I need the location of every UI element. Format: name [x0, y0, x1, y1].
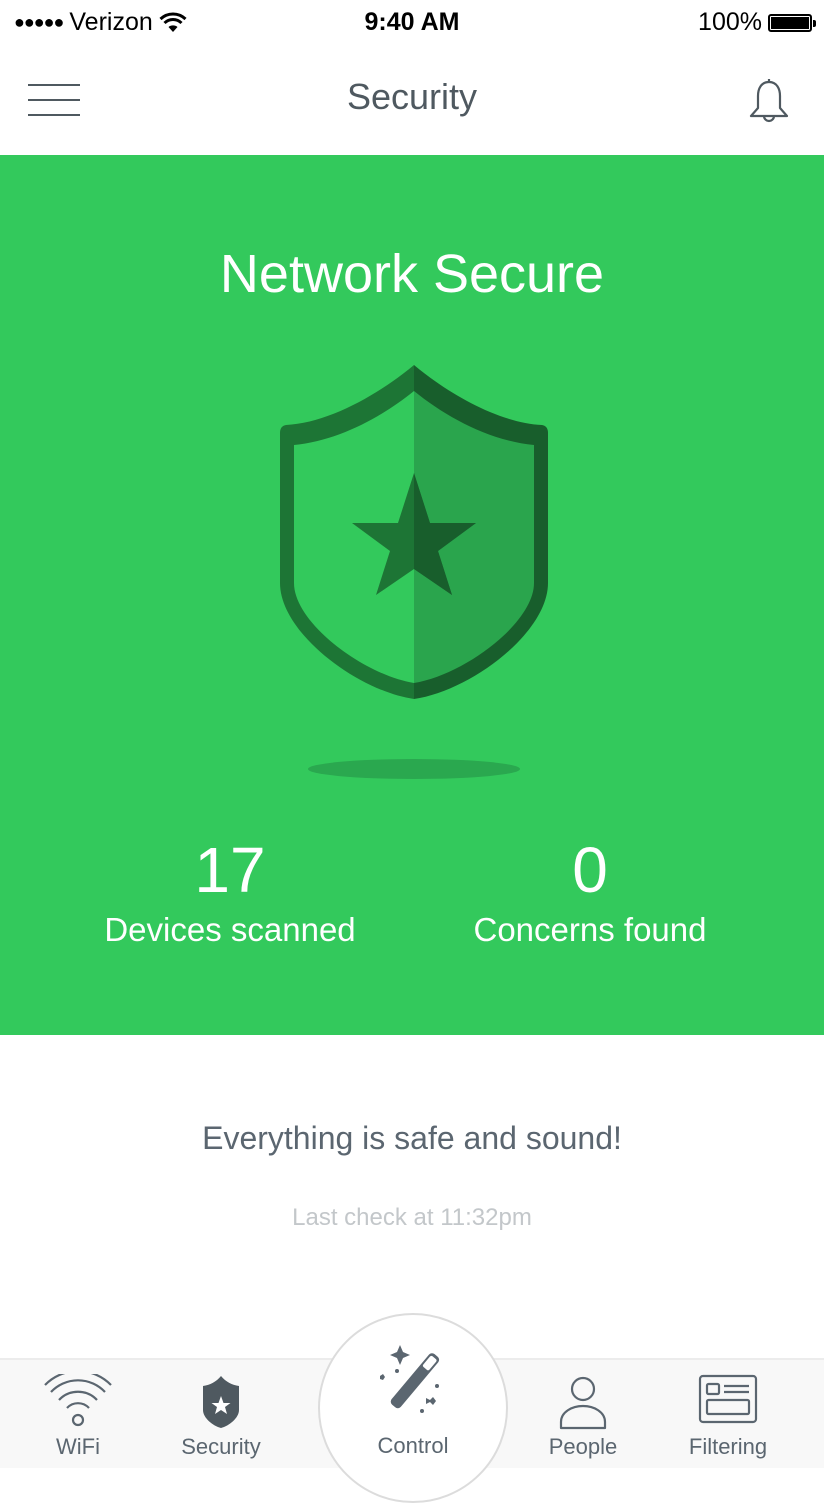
- tab-security[interactable]: Security: [151, 1360, 291, 1468]
- shield-shadow: [308, 759, 520, 779]
- tab-control[interactable]: Control: [318, 1313, 508, 1503]
- devices-scanned-stat: 17 Devices scanned: [24, 835, 436, 949]
- shield-star-icon: [280, 365, 548, 699]
- concerns-found-count: 0: [572, 834, 608, 906]
- devices-scanned-count: 17: [194, 834, 266, 906]
- battery-percent: 100%: [698, 8, 762, 36]
- tab-label: WiFi: [56, 1434, 100, 1459]
- security-status-panel: Network Secure 17 Devices scanned 0 Conc…: [0, 155, 824, 1035]
- tab-label: Security: [181, 1434, 261, 1459]
- tab-filtering[interactable]: Filtering: [658, 1360, 798, 1468]
- battery-status: 100%: [698, 8, 816, 37]
- status-message: Everything is safe and sound!: [202, 1120, 622, 1156]
- tab-wifi[interactable]: WiFi: [8, 1360, 148, 1468]
- devices-scanned-label: Devices scanned: [104, 911, 356, 948]
- tab-people[interactable]: People: [513, 1360, 653, 1468]
- bell-icon[interactable]: [746, 78, 792, 126]
- shield-icon: [203, 1376, 239, 1428]
- person-icon: [559, 1376, 607, 1430]
- page-title: Security: [346, 76, 478, 117]
- tab-label: People: [548, 1434, 618, 1459]
- tab-label: Control: [377, 1433, 449, 1458]
- tab-label: Filtering: [688, 1434, 768, 1459]
- wifi-icon: [44, 1374, 112, 1427]
- filter-card-icon: [698, 1374, 758, 1424]
- last-check-time: Last check at 11:32pm: [292, 1204, 532, 1231]
- concerns-found-label: Concerns found: [473, 911, 707, 948]
- battery-icon: [768, 13, 816, 32]
- concerns-found-stat: 0 Concerns found: [384, 835, 796, 949]
- magic-wand-icon: [380, 1345, 440, 1413]
- navigation-bar: Security: [0, 46, 824, 154]
- status-bar: ●●●●● Verizon 9:40 AM 100%: [0, 0, 824, 46]
- status-title: Network Secure: [219, 244, 605, 304]
